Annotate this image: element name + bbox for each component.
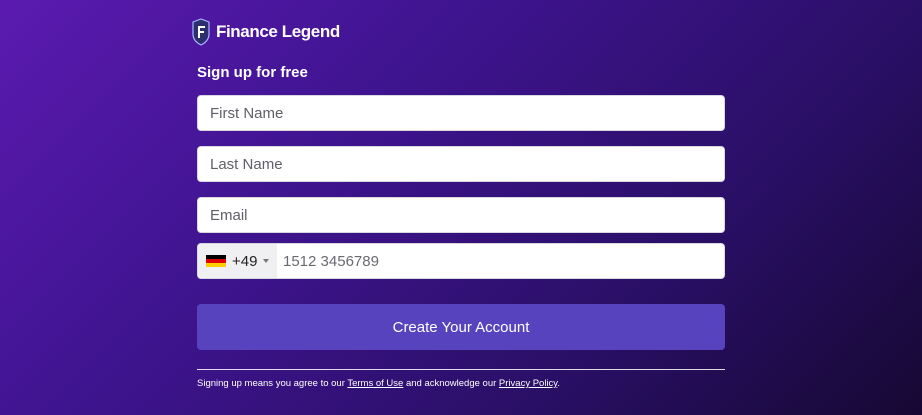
shield-logo-icon [192,18,210,46]
brand-logo: Finance Legend [191,16,340,48]
phone-field: +49 [197,243,725,279]
email-input[interactable] [197,197,725,233]
legal-middle: and acknowledge our [403,378,499,389]
legal-notice: Signing up means you agree to our Terms … [197,378,560,389]
privacy-policy-link[interactable]: Privacy Policy [499,378,557,389]
dial-code: +49 [232,252,258,270]
legal-suffix: . [557,378,560,389]
divider [197,369,725,370]
germany-flag-icon [206,254,226,268]
caret-down-icon [263,259,270,263]
brand-name: Finance Legend [216,22,340,41]
country-code-selector[interactable]: +49 [198,244,277,278]
last-name-input[interactable] [197,146,725,182]
legal-prefix: Signing up means you agree to our [197,378,348,389]
form-title: Sign up for free [197,64,308,81]
first-name-input[interactable] [197,95,725,131]
phone-number-input[interactable] [277,244,724,278]
terms-of-use-link[interactable]: Terms of Use [347,378,403,389]
create-account-button[interactable]: Create Your Account [197,304,725,350]
